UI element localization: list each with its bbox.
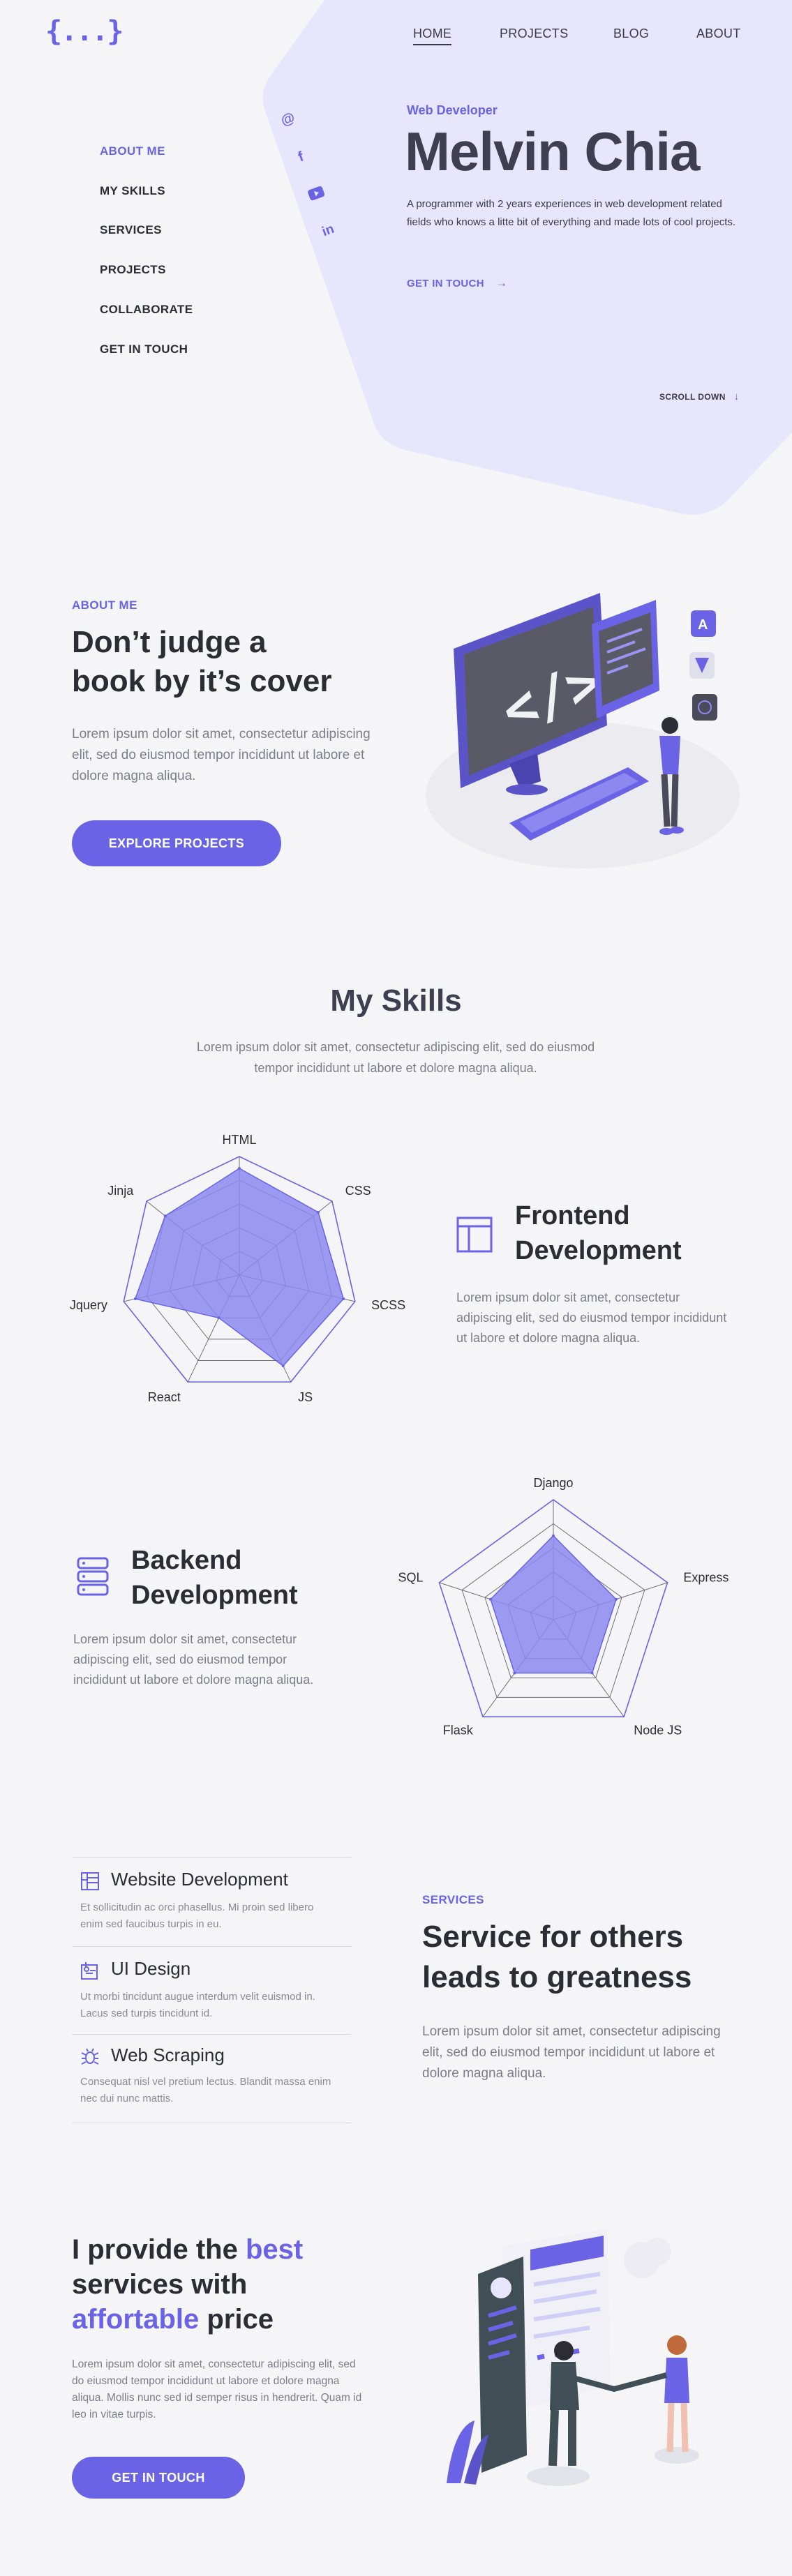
radar-axis-label: React [148, 1390, 181, 1404]
layout-icon [81, 1872, 99, 1890]
pricing-text: Lorem ipsum dolor sit amet, consectetur … [72, 2358, 362, 2420]
about-heading: Don’t judge a book by it’s cover [72, 623, 331, 701]
nav-blog[interactable]: BLOG [613, 27, 649, 41]
arrow-down-icon: ↓ [733, 391, 740, 402]
service-description: Consequat nisl vel pretium lectus. Bland… [80, 2076, 331, 2104]
services-heading-line-1: Service for others [422, 1920, 684, 1954]
side-menu-collaborate[interactable]: COLLABORATE [100, 303, 193, 317]
radar-data-point [513, 1671, 516, 1675]
radar-data-area [490, 1535, 617, 1674]
pricing-heading-highlight: affortable [72, 2304, 200, 2335]
pricing-heading: I provide the best services with afforta… [72, 2232, 303, 2337]
backend-title-line-1: Backend [131, 1546, 242, 1575]
nav-home[interactable]: HOME [413, 27, 452, 45]
radar-axis-label: SCSS [371, 1298, 405, 1312]
svg-text:A: A [698, 617, 708, 633]
radar-data-point [614, 1597, 618, 1601]
handshake-illustration [447, 2229, 699, 2486]
radar-data-point [590, 1671, 594, 1675]
services-heading-line-2: leads to greatness [422, 1960, 692, 1994]
radar-axis-label: CSS [345, 1184, 371, 1198]
nav-projects[interactable]: PROJECTS [500, 27, 568, 41]
radar-data-point [238, 1167, 241, 1170]
pricing-get-in-touch-button[interactable]: GET IN TOUCH [72, 2457, 245, 2499]
pricing-heading-line-3: affortable price [72, 2302, 303, 2337]
side-menu-services[interactable]: SERVICES [100, 223, 162, 237]
nav-about[interactable]: ABOUT [696, 27, 741, 41]
backend-skills-radar-chart: Django Express Node JS Flask SQL [398, 1476, 729, 1738]
bug-icon [81, 2048, 99, 2065]
scroll-down-link[interactable]: SCROLL DOWN ↓ [659, 391, 739, 402]
skills-title: My Skills [330, 984, 462, 1018]
layout-icon [456, 1217, 493, 1253]
hero-role: Web Developer [407, 103, 498, 117]
radar-axis-label: SQL [398, 1570, 424, 1584]
service-title: Web Scraping [111, 2044, 225, 2065]
hero-cta-label: GET IN TOUCH [407, 278, 484, 289]
about-heading-line-1: Don’t judge a [72, 625, 267, 659]
radar-data-point [281, 1364, 285, 1368]
backend-title: Backend Development [131, 1543, 298, 1613]
frontend-skills-radar-chart: HTML CSS SCSS JS React Jquery Jinja [70, 1133, 405, 1404]
service-description: Et sollicitudin ac orci phasellus. Mi pr… [80, 1901, 314, 1930]
services-heading: Service for others leads to greatness [422, 1917, 692, 1998]
service-item-website-development[interactable]: Website Development Et sollicitudin ac o… [72, 1857, 351, 1946]
about-text: Lorem ipsum dolor sit amet, consectetur … [72, 727, 371, 783]
hero-get-in-touch-link[interactable]: GET IN TOUCH → [407, 276, 508, 290]
skills-text: Lorem ipsum dolor sit amet, consectetur … [196, 1040, 595, 1075]
scroll-down-label: SCROLL DOWN [659, 392, 726, 402]
service-description: Ut morbi tincidunt augue interdum velit … [80, 1991, 315, 2019]
radar-axis-label: Django [533, 1476, 573, 1490]
about-heading-line-2: book by it’s cover [72, 664, 332, 698]
radar-data-point [316, 1210, 320, 1214]
radar-data-area [134, 1168, 345, 1367]
service-item-ui-design[interactable]: UI Design Ut morbi tincidunt augue inter… [72, 1946, 351, 2034]
explore-projects-button[interactable]: EXPLORE PROJECTS [72, 820, 281, 866]
radar-axis-label: Express [683, 1570, 729, 1584]
service-title: Website Development [111, 1869, 288, 1890]
pricing-heading-part: I provide the [72, 2234, 246, 2265]
radar-axis-label: JS [298, 1390, 313, 1404]
services-eyebrow: SERVICES [422, 1893, 484, 1906]
design-icon [81, 1962, 98, 1980]
radar-data-point [163, 1214, 167, 1218]
radar-data-point [133, 1297, 137, 1301]
radar-data-point [489, 1597, 493, 1601]
pricing-heading-part: price [199, 2304, 274, 2335]
radar-axis-label: Jquery [70, 1298, 107, 1312]
frontend-title-line-1: Frontend [515, 1201, 630, 1230]
frontend-title: Frontend Development [515, 1198, 682, 1268]
arrow-right-icon: → [495, 276, 508, 289]
pricing-heading-line-1: I provide the best [72, 2232, 303, 2267]
side-menu-about[interactable]: ABOUT ME [100, 144, 165, 158]
backend-text: Lorem ipsum dolor sit amet, consectetur … [73, 1632, 314, 1687]
radar-data-point [217, 1316, 221, 1320]
hero-bio: A programmer with 2 years experiences in… [407, 198, 736, 228]
radar-axis-label: HTML [223, 1133, 257, 1147]
radar-axis-label: Jinja [107, 1184, 134, 1198]
hero-name: Melvin Chia [405, 121, 700, 182]
radar-data-point [342, 1297, 345, 1301]
service-item-web-scraping[interactable]: Web Scraping Consequat nisl vel pretium … [72, 2034, 351, 2123]
radar-axis-label: Flask [443, 1724, 474, 1738]
radar-axis-label: Node JS [634, 1724, 682, 1738]
about-eyebrow: ABOUT ME [72, 598, 137, 612]
pricing-heading-highlight: best [245, 2234, 304, 2265]
server-icon [77, 1557, 109, 1596]
services-text: Lorem ipsum dolor sit amet, consectetur … [422, 2024, 721, 2081]
backend-title-line-2: Development [131, 1581, 298, 1610]
developer-illustration: </> A [426, 593, 740, 868]
side-menu-projects[interactable]: PROJECTS [100, 263, 166, 277]
side-menu-skills[interactable]: MY SKILLS [100, 184, 165, 198]
radar-data-point [552, 1534, 555, 1537]
logo[interactable]: {...} [45, 15, 124, 47]
service-title: UI Design [111, 1958, 191, 1979]
frontend-text: Lorem ipsum dolor sit amet, consectetur … [456, 1290, 727, 1345]
pricing-heading-line-2: services with [72, 2269, 248, 2300]
side-menu-get-in-touch[interactable]: GET IN TOUCH [100, 342, 188, 356]
frontend-title-line-2: Development [515, 1236, 682, 1265]
